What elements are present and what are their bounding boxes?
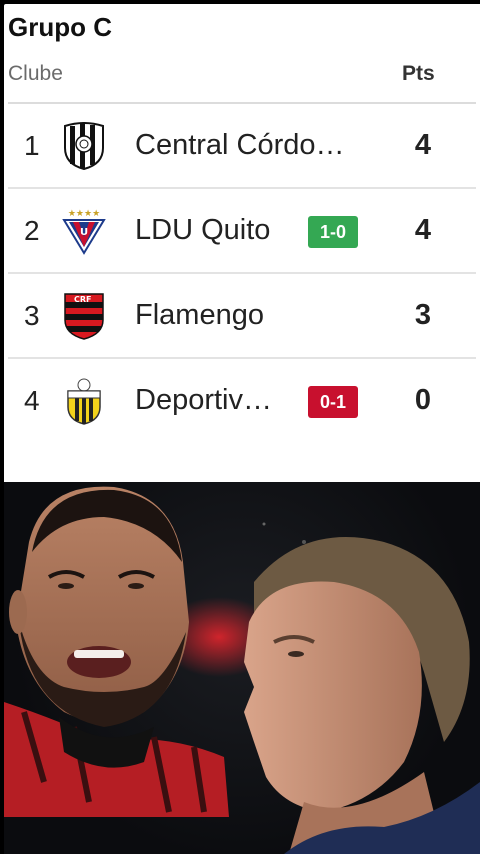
column-header-club: Clube	[8, 62, 63, 85]
svg-text:★★★★: ★★★★	[68, 209, 100, 219]
ldu-quito-crest-icon: ★★★★ U	[62, 209, 106, 255]
column-header-pts: Pts	[402, 62, 435, 85]
position: 1	[24, 130, 40, 161]
standings-row-1[interactable]: 1 Central Córdo… 4	[4, 104, 480, 189]
standings-card: Grupo C Clube Pts 1 Central Córdo… 4 2 ★…	[4, 4, 480, 482]
points: 4	[414, 129, 432, 161]
flamengo-crest-icon: CRF	[64, 293, 104, 340]
position: 3	[24, 300, 40, 331]
points: 4	[414, 214, 432, 246]
position: 2	[24, 215, 40, 246]
last-result-badge: 1-0	[308, 216, 358, 248]
group-title: Grupo C	[8, 12, 112, 42]
deportivo-tachira-crest-icon	[67, 378, 101, 425]
standings-row-4[interactable]: 4 Deportiv… 0-1 0	[4, 359, 480, 443]
points: 0	[414, 384, 432, 416]
club-name: Flamengo	[135, 299, 264, 331]
players-photo	[4, 486, 480, 854]
standings-row-2[interactable]: 2 ★★★★ U LDU Quito 1-0 4	[4, 189, 480, 274]
club-name: LDU Quito	[135, 214, 271, 246]
standings-row-3[interactable]: 3 CRF Flamengo 3	[4, 274, 480, 359]
video-thumbnail	[4, 482, 480, 854]
svg-text:CRF: CRF	[74, 295, 92, 304]
central-cordoba-crest-icon	[64, 122, 104, 170]
svg-text:U: U	[80, 227, 88, 238]
club-name: Central Córdo…	[135, 129, 345, 161]
points: 3	[414, 299, 432, 331]
position: 4	[24, 385, 40, 416]
club-name: Deportiv…	[135, 384, 272, 416]
last-result-badge: 0-1	[308, 386, 358, 418]
